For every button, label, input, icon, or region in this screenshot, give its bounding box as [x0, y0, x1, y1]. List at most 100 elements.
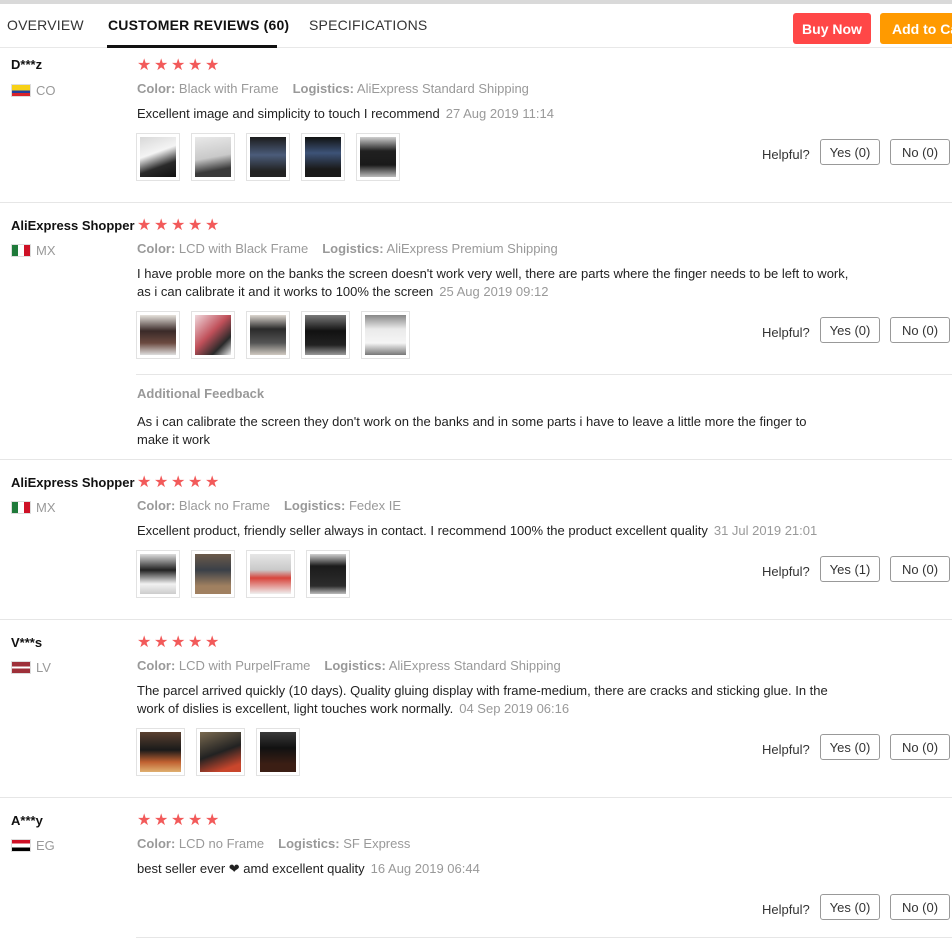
review-divider	[0, 619, 952, 620]
star-icon: ★	[188, 217, 203, 234]
star-rating: ★ ★ ★ ★ ★	[137, 634, 220, 651]
helpful-yes-button[interactable]: Yes (0)	[820, 734, 880, 760]
review-date: 31 Jul 2019 21:01	[713, 523, 818, 538]
review-photo[interactable]	[136, 550, 180, 598]
review-photo[interactable]	[136, 728, 185, 776]
star-icon: ★	[154, 474, 169, 491]
tab-specifications[interactable]: SPECIFICATIONS	[309, 17, 427, 33]
review-photo[interactable]	[191, 550, 235, 598]
country-code: LV	[36, 660, 51, 675]
review-photo[interactable]	[361, 311, 410, 359]
mexico-flag-icon	[11, 244, 31, 257]
review-text: Excellent image and simplicity to touch …	[137, 105, 857, 123]
review-body: Excellent image and simplicity to touch …	[137, 106, 440, 121]
helpful-no-button[interactable]: No (0)	[890, 734, 950, 760]
review-photo[interactable]	[136, 133, 180, 181]
reviewer-name: V***s	[11, 635, 43, 650]
colombia-flag-icon	[11, 84, 31, 97]
helpful-yes-button[interactable]: Yes (0)	[820, 139, 880, 165]
review-photos	[136, 311, 410, 359]
review-photo[interactable]	[301, 133, 345, 181]
tab-overview[interactable]: OVERVIEW	[7, 17, 84, 33]
review-sku-info: Color: LCD with Black Frame Logistics: Al…	[137, 241, 558, 256]
tab-customer-reviews[interactable]: CUSTOMER REVIEWS (60)	[108, 17, 289, 33]
review-photo[interactable]	[256, 728, 300, 776]
star-icon: ★	[205, 634, 220, 651]
egypt-flag-icon	[11, 839, 31, 852]
color-value: LCD no Frame	[178, 836, 265, 851]
reviewer-name: AliExpress Shopper	[11, 475, 135, 490]
review-photo[interactable]	[246, 550, 295, 598]
star-icon: ★	[154, 57, 169, 74]
logistics-label: Logistics:	[283, 498, 346, 513]
star-rating: ★ ★ ★ ★ ★	[137, 474, 220, 491]
color-value: Black no Frame	[178, 498, 270, 513]
review-photo[interactable]	[356, 133, 400, 181]
helpful-label: Helpful?	[762, 902, 810, 917]
helpful-no-button[interactable]: No (0)	[890, 139, 950, 165]
helpful-label: Helpful?	[762, 325, 810, 340]
review-divider	[0, 797, 952, 798]
review-divider	[0, 459, 952, 460]
helpful-no-button[interactable]: No (0)	[890, 894, 950, 920]
helpful-yes-button[interactable]: Yes (1)	[820, 556, 880, 582]
logistics-label: Logistics:	[324, 658, 386, 673]
logistics-label: Logistics:	[322, 241, 384, 256]
logistics-value: AliExpress Standard Shipping	[388, 658, 561, 673]
review-sku-info: Color: Black with Frame Logistics: AliExp…	[137, 81, 529, 96]
review-photos	[136, 728, 300, 776]
buy-now-button[interactable]: Buy Now	[793, 13, 871, 44]
reviewer-country: MX	[11, 243, 56, 258]
reviewer-country: LV	[11, 660, 51, 675]
review-photo[interactable]	[306, 550, 350, 598]
review-photo[interactable]	[246, 133, 290, 181]
star-icon: ★	[205, 217, 220, 234]
star-icon: ★	[154, 217, 169, 234]
add-to-cart-button[interactable]: Add to Ca	[880, 13, 952, 44]
reviewer-name: A***y	[11, 813, 43, 828]
logistics-value: Fedex IE	[348, 498, 402, 513]
star-icon: ★	[137, 474, 152, 491]
review-photo[interactable]	[196, 728, 245, 776]
star-icon: ★	[205, 812, 220, 829]
star-icon: ★	[171, 634, 186, 651]
helpful-no-button[interactable]: No (0)	[890, 317, 950, 343]
logistics-label: Logistics:	[278, 836, 340, 851]
helpful-label: Helpful?	[762, 564, 810, 579]
color-label: Color:	[137, 498, 176, 513]
review-body: best seller ever ❤ amd excellent quality	[137, 861, 365, 876]
color-label: Color:	[137, 836, 176, 851]
reviewer-name: D***z	[11, 57, 43, 72]
review-photos	[136, 133, 400, 181]
star-icon: ★	[188, 812, 203, 829]
review-photo[interactable]	[191, 133, 235, 181]
reviewer-country: EG	[11, 838, 55, 853]
star-icon: ★	[154, 812, 169, 829]
review-text: The parcel arrived quickly (10 days). Qu…	[137, 682, 857, 718]
color-label: Color:	[137, 81, 176, 96]
star-icon: ★	[188, 634, 203, 651]
reviewer-country: CO	[11, 83, 56, 98]
color-value: LCD with PurpelFrame	[178, 658, 311, 673]
helpful-yes-button[interactable]: Yes (0)	[820, 317, 880, 343]
review-photos	[136, 550, 350, 598]
logistics-value: SF Express	[343, 836, 411, 851]
reviewer-country: MX	[11, 500, 56, 515]
additional-feedback-title: Additional Feedback	[137, 386, 265, 401]
review-photo[interactable]	[136, 311, 180, 359]
review-photo[interactable]	[246, 311, 290, 359]
star-icon: ★	[137, 57, 152, 74]
country-code: EG	[36, 838, 55, 853]
review-body: Excellent product, friendly seller alway…	[137, 523, 708, 538]
star-icon: ★	[137, 217, 152, 234]
review-sku-info: Color: LCD no Frame Logistics: SF Express	[137, 836, 410, 851]
country-code: MX	[36, 500, 56, 515]
review-date: 27 Aug 2019 11:14	[445, 106, 554, 121]
star-icon: ★	[171, 474, 186, 491]
review-photo[interactable]	[191, 311, 235, 359]
latvia-flag-icon	[11, 661, 31, 674]
helpful-no-button[interactable]: No (0)	[890, 556, 950, 582]
review-photo[interactable]	[301, 311, 350, 359]
helpful-yes-button[interactable]: Yes (0)	[820, 894, 880, 920]
additional-feedback-divider	[136, 374, 952, 375]
